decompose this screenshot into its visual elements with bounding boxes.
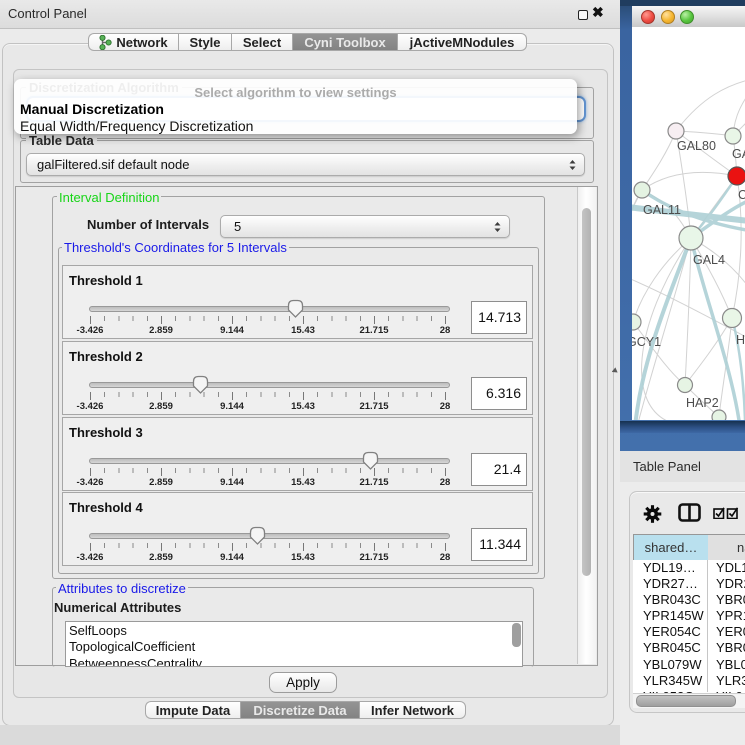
svg-text:GAL80: GAL80	[677, 139, 716, 153]
svg-text:GAL4: GAL4	[693, 253, 725, 267]
svg-text:GA: GA	[732, 147, 745, 161]
svg-text:C: C	[738, 188, 745, 202]
svg-text:GCY1: GCY1	[632, 335, 661, 349]
svg-text:GAL11: GAL11	[643, 203, 681, 217]
svg-text:HAP2: HAP2	[686, 396, 719, 410]
svg-text:H: H	[736, 333, 745, 347]
